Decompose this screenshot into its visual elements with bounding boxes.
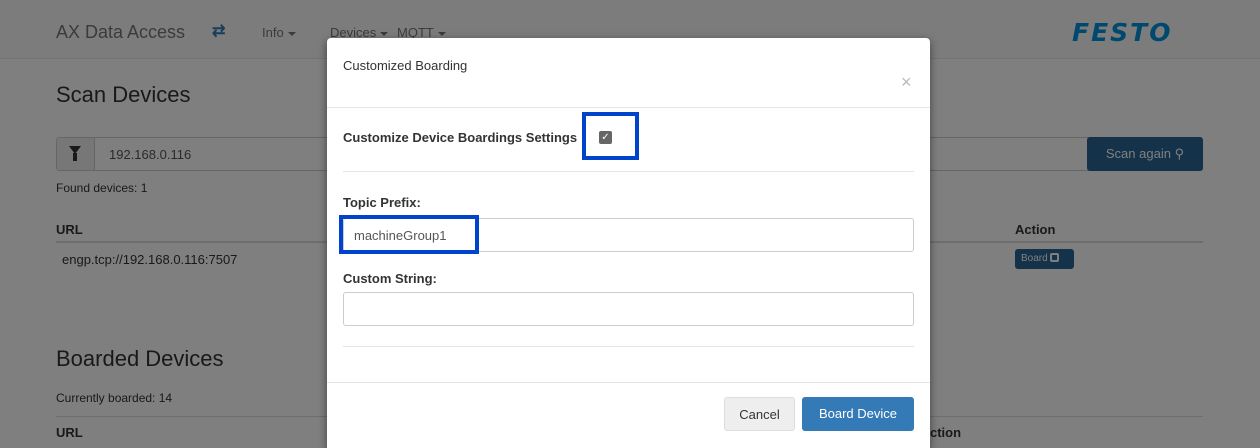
modal-footer-divider bbox=[327, 382, 930, 383]
checkbox-highlight-box bbox=[582, 112, 639, 160]
topic-prefix-label: Topic Prefix: bbox=[343, 195, 421, 210]
customized-boarding-modal: Customized Boarding × Customize Device B… bbox=[327, 38, 930, 448]
customize-settings-label: Customize Device Boardings Settings bbox=[343, 130, 578, 145]
custom-string-label: Custom String: bbox=[343, 271, 437, 286]
modal-header-divider bbox=[327, 107, 930, 108]
section-divider bbox=[343, 346, 914, 347]
modal-title: Customized Boarding bbox=[343, 58, 468, 73]
cancel-button[interactable]: Cancel bbox=[724, 397, 795, 431]
close-icon[interactable]: × bbox=[901, 72, 912, 93]
section-divider bbox=[343, 171, 914, 172]
board-device-button[interactable]: Board Device bbox=[802, 397, 914, 431]
custom-string-input[interactable] bbox=[343, 292, 914, 326]
topic-prefix-highlight-box bbox=[339, 215, 479, 254]
